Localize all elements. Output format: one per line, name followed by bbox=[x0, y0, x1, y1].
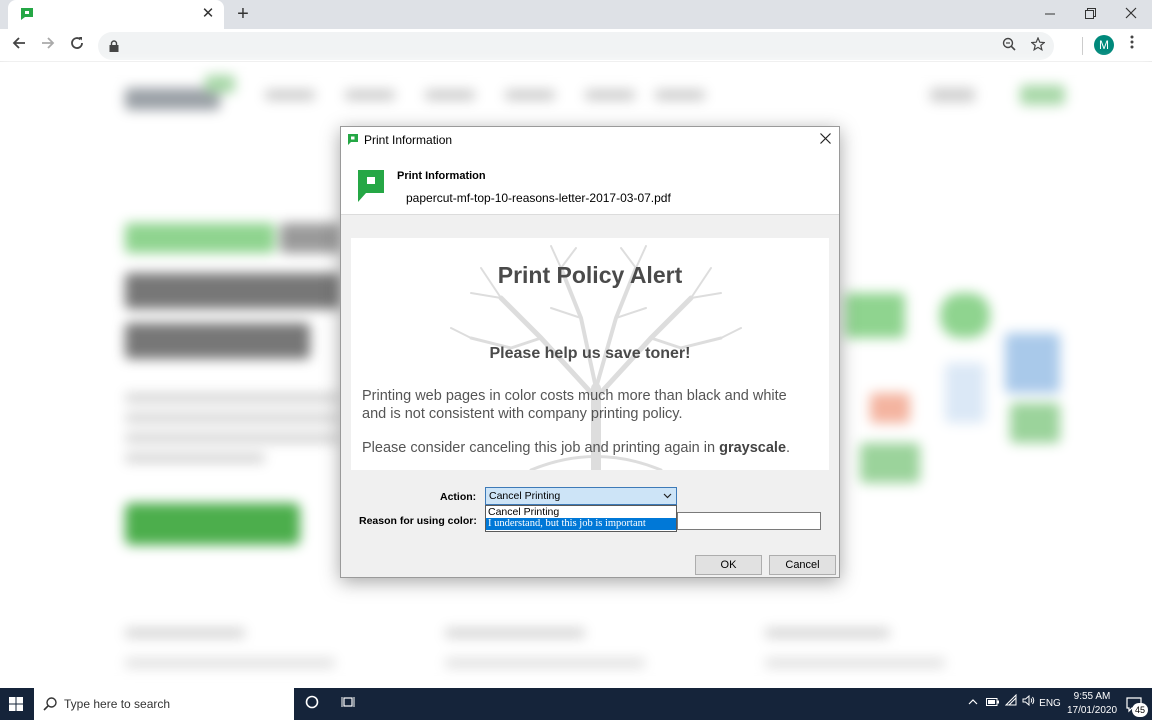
browser-toolbar: M bbox=[0, 29, 1152, 62]
close-tab-icon[interactable]: ✕ bbox=[198, 4, 218, 24]
cortana-icon[interactable] bbox=[302, 694, 322, 714]
papercut-logo-icon bbox=[348, 134, 358, 145]
search-placeholder: Type here to search bbox=[64, 697, 171, 711]
cancel-button[interactable]: Cancel bbox=[769, 555, 836, 575]
zoom-icon[interactable] bbox=[999, 36, 1019, 56]
action-selected-value: Cancel Printing bbox=[489, 490, 561, 502]
reload-icon[interactable] bbox=[65, 34, 89, 58]
alert-title: Print Policy Alert bbox=[497, 262, 683, 288]
alert-subtitle: Please help us save toner! bbox=[489, 345, 691, 362]
clock-date: 17/01/2020 bbox=[1066, 705, 1118, 716]
alert-suggestion: Please consider canceling this job and p… bbox=[362, 440, 822, 456]
address-bar[interactable] bbox=[98, 32, 1054, 60]
browser-menu-icon[interactable] bbox=[1124, 34, 1140, 56]
chevron-down-icon bbox=[663, 493, 672, 499]
task-view-icon[interactable] bbox=[338, 694, 358, 714]
taskbar-search-box[interactable]: Type here to search bbox=[34, 688, 294, 720]
notification-count-badge: 45 bbox=[1132, 703, 1148, 717]
chevron-up-icon[interactable] bbox=[965, 688, 981, 720]
system-clock[interactable]: 9:55 AM 17/01/2020 bbox=[1062, 690, 1122, 718]
action-option-understand[interactable]: I understand, but this job is important bbox=[486, 518, 676, 530]
search-icon bbox=[43, 697, 57, 711]
dialog-title: Print Information bbox=[364, 133, 453, 147]
alert-message: Printing web pages in color costs much m… bbox=[362, 387, 822, 423]
language-indicator[interactable]: ENG bbox=[1038, 688, 1062, 720]
bookmark-star-icon[interactable] bbox=[1028, 36, 1048, 56]
wifi-icon[interactable] bbox=[1003, 688, 1019, 720]
lock-icon bbox=[109, 40, 119, 52]
restore-window-icon[interactable] bbox=[1070, 0, 1110, 29]
alert-suggestion-end: . bbox=[786, 440, 791, 456]
action-label: Action: bbox=[440, 491, 477, 503]
windows-logo-icon bbox=[9, 697, 23, 711]
alert-suggestion-text: Please consider canceling this job and p… bbox=[362, 440, 720, 456]
close-window-icon[interactable] bbox=[1111, 0, 1151, 29]
clock-time: 9:55 AM bbox=[1073, 691, 1111, 702]
battery-icon[interactable] bbox=[984, 688, 1000, 720]
ok-button[interactable]: OK bbox=[695, 555, 762, 575]
action-dropdown[interactable]: Cancel Printing bbox=[485, 487, 677, 505]
print-information-dialog: Print Information Print Information pape… bbox=[340, 126, 840, 578]
windows-taskbar: Type here to search ENG 9:55 AM 17/01/20… bbox=[0, 688, 1152, 720]
reason-input[interactable] bbox=[677, 512, 821, 530]
minimize-window-icon[interactable] bbox=[1030, 0, 1070, 29]
browser-tab-strip: ✕ + bbox=[0, 0, 1152, 29]
browser-tab[interactable]: ✕ bbox=[8, 0, 224, 29]
alert-suggestion-emphasis: grayscale bbox=[719, 440, 787, 456]
volume-icon[interactable] bbox=[1020, 688, 1036, 720]
document-filename: papercut-mf-top-10-reasons-letter-2017-0… bbox=[406, 191, 671, 205]
dialog-header: Print Information papercut-mf-top-10-rea… bbox=[341, 153, 839, 215]
papercut-logo-icon bbox=[358, 170, 384, 202]
start-button[interactable] bbox=[0, 688, 32, 720]
profile-avatar[interactable]: M bbox=[1094, 35, 1114, 55]
header-title: Print Information bbox=[397, 170, 486, 182]
alert-message-line-2: and is not consistent with company print… bbox=[362, 406, 683, 422]
toolbar-divider bbox=[1082, 37, 1083, 55]
new-tab-button[interactable]: + bbox=[232, 3, 254, 25]
reason-label: Reason for using color: bbox=[359, 515, 477, 527]
action-options-list: Cancel Printing I understand, but this j… bbox=[485, 505, 677, 532]
forward-arrow-icon[interactable] bbox=[36, 34, 60, 58]
alert-message-line-1: Printing web pages in color costs much m… bbox=[362, 388, 787, 404]
back-arrow-icon[interactable] bbox=[7, 34, 31, 58]
dialog-close-icon[interactable] bbox=[815, 130, 835, 150]
action-option-cancel-printing[interactable]: Cancel Printing bbox=[486, 506, 676, 518]
dialog-titlebar[interactable]: Print Information bbox=[341, 127, 839, 153]
papercut-favicon-icon bbox=[21, 8, 33, 20]
policy-alert-panel: Print Policy Alert Please help us save t… bbox=[351, 238, 829, 470]
